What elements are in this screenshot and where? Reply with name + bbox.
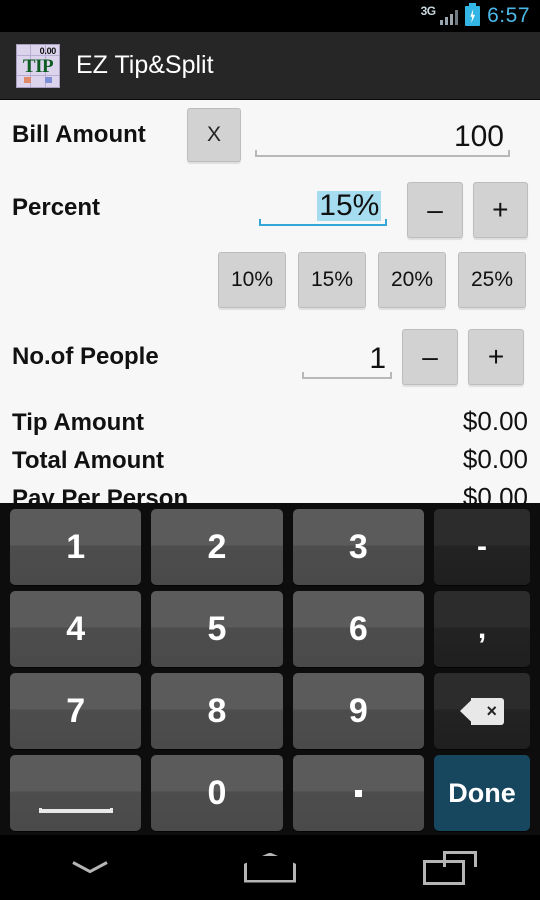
summary-row-tip: Tip Amount $0.00 xyxy=(12,406,528,444)
key-1[interactable]: 1 xyxy=(10,509,142,585)
key-4[interactable]: 4 xyxy=(10,591,142,667)
pay-per-person-value: $0.00 xyxy=(462,482,528,503)
keyboard-row-1: 1 2 3 - xyxy=(5,509,535,585)
clock-label: 6:57 xyxy=(487,4,530,27)
total-amount-value: $0.00 xyxy=(462,444,528,474)
status-bar: 3G 6:57 xyxy=(0,0,540,32)
key-8[interactable]: 8 xyxy=(151,673,283,749)
backspace-icon[interactable]: × xyxy=(433,673,530,749)
system-nav-bar xyxy=(0,835,540,900)
keyboard-row-4: 0 Done xyxy=(5,755,535,831)
phone-screen: 3G 6:57 0.00 TIP EZ Tip&Split Bill Amoun… xyxy=(0,0,540,900)
percent-label: Percent xyxy=(12,194,101,221)
bill-amount-underline xyxy=(255,150,510,157)
people-value: 1 xyxy=(369,342,386,375)
bill-amount-row: Bill Amount X 100 xyxy=(12,100,528,170)
app-title: EZ Tip&Split xyxy=(76,51,214,79)
done-button[interactable]: Done xyxy=(433,755,530,831)
bill-amount-input[interactable]: 100 xyxy=(255,113,510,157)
percent-preset-25[interactable]: 25% xyxy=(458,252,526,308)
network-type-label: 3G xyxy=(420,4,437,18)
summary-section: Tip Amount $0.00 Total Amount $0.00 Pay … xyxy=(12,406,528,503)
tip-amount-value: $0.00 xyxy=(462,406,528,436)
key-7[interactable]: 7 xyxy=(10,673,142,749)
numeric-keyboard: 1 2 3 - 4 5 6 , 7 8 9 × 0 Done xyxy=(0,503,540,835)
tip-amount-label: Tip Amount xyxy=(12,409,144,436)
battery-charging-icon xyxy=(465,3,481,26)
app-icon-tip-text: TIP xyxy=(22,55,54,77)
key-2[interactable]: 2 xyxy=(151,509,283,585)
percent-preset-10[interactable]: 10% xyxy=(218,252,286,308)
app-icon[interactable]: 0.00 TIP xyxy=(16,43,60,88)
key-period[interactable] xyxy=(292,755,424,831)
app-icon-amount-text: 0.00 xyxy=(39,45,57,56)
app-icon-mark-right xyxy=(45,76,52,83)
bill-amount-label: Bill Amount xyxy=(12,121,146,148)
keyboard-row-3: 7 8 9 × xyxy=(5,673,535,749)
clear-bill-button[interactable]: X xyxy=(187,108,241,162)
people-decrement-button[interactable]: – xyxy=(402,329,458,385)
percent-value: 15% xyxy=(317,189,382,222)
main-content: Bill Amount X 100 Percent 15% – + 10% 15… xyxy=(0,100,540,503)
percent-increment-button[interactable]: + xyxy=(472,182,528,238)
space-icon[interactable] xyxy=(10,755,142,831)
key-comma[interactable]: , xyxy=(433,591,530,667)
percent-preset-15[interactable]: 15% xyxy=(298,252,366,308)
percent-underline xyxy=(258,219,388,226)
pay-per-person-label: Pay Per Person xyxy=(12,485,189,503)
percent-preset-20[interactable]: 20% xyxy=(378,252,446,308)
people-label: No.of People xyxy=(12,343,159,370)
app-icon-mark-left xyxy=(24,76,31,83)
key-minus[interactable]: - xyxy=(433,509,530,585)
people-input[interactable]: 1 xyxy=(302,335,392,379)
keyboard-row-2: 4 5 6 , xyxy=(5,591,535,667)
summary-row-per-person: Pay Per Person $0.00 xyxy=(12,482,528,503)
summary-row-total: Total Amount $0.00 xyxy=(12,444,528,482)
home-icon[interactable] xyxy=(180,835,360,900)
percent-input[interactable]: 15% xyxy=(258,182,388,226)
percent-row: Percent 15% – + xyxy=(12,170,528,252)
bill-amount-value: 100 xyxy=(453,120,504,153)
recents-icon[interactable] xyxy=(360,835,540,900)
key-0[interactable]: 0 xyxy=(151,755,283,831)
hide-keyboard-chevron-icon[interactable] xyxy=(0,835,180,900)
people-row: No.of People 1 – + xyxy=(12,318,528,396)
people-increment-button[interactable]: + xyxy=(468,329,524,385)
action-bar: 0.00 TIP EZ Tip&Split xyxy=(0,32,540,100)
total-amount-label: Total Amount xyxy=(12,447,164,474)
people-underline xyxy=(302,372,392,379)
percent-preset-buttons: 10% 15% 20% 25% xyxy=(12,252,528,318)
key-3[interactable]: 3 xyxy=(292,509,424,585)
signal-strength-icon xyxy=(439,8,459,25)
key-6[interactable]: 6 xyxy=(292,591,424,667)
percent-decrement-button[interactable]: – xyxy=(407,182,463,238)
key-9[interactable]: 9 xyxy=(292,673,424,749)
key-5[interactable]: 5 xyxy=(151,591,283,667)
